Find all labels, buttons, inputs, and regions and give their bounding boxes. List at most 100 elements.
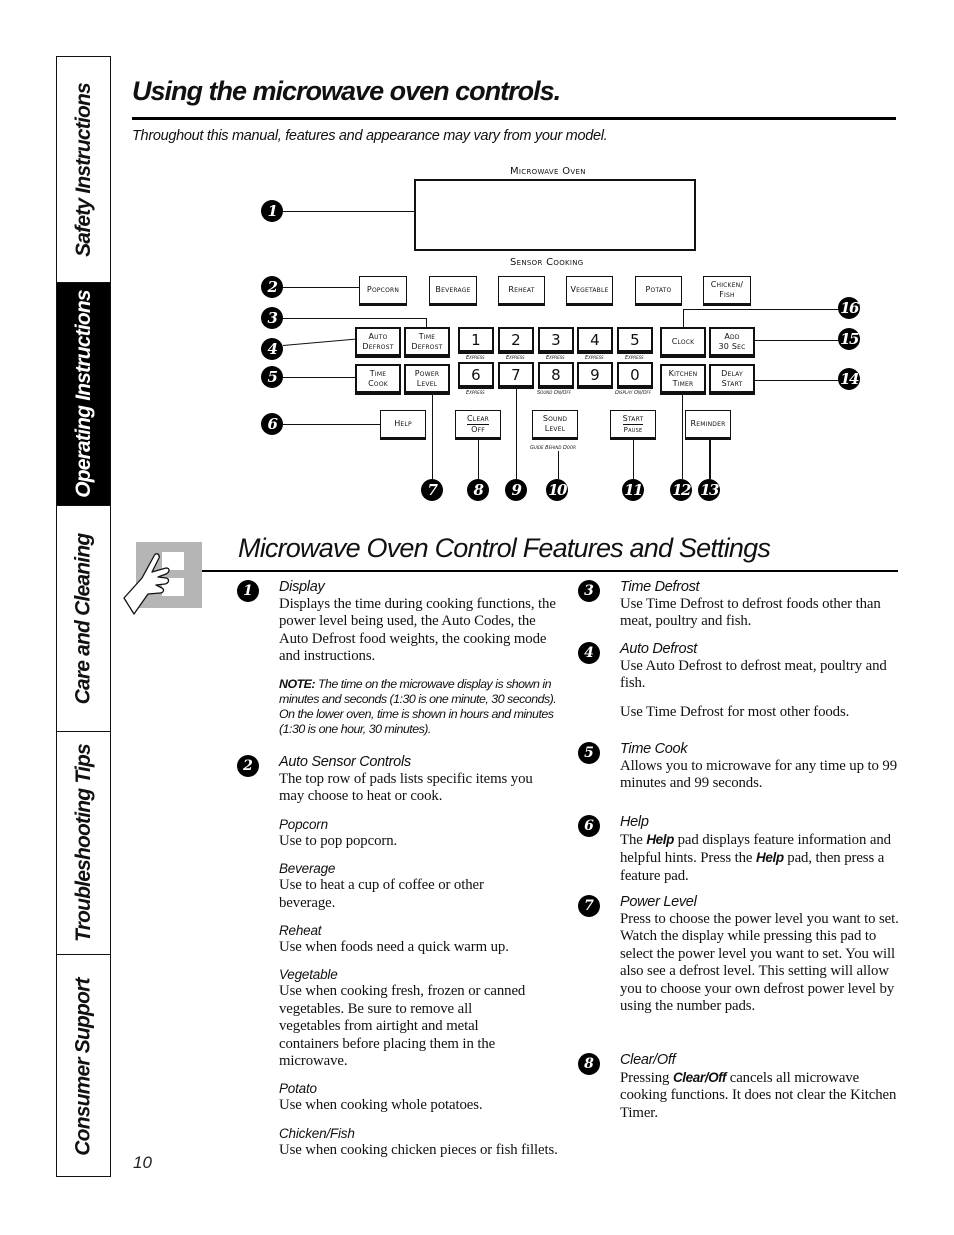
potato-pad[interactable]: Potato — [635, 276, 682, 306]
sound-level-pad[interactable]: Sound Level — [532, 410, 578, 440]
callout-11: 11 — [622, 479, 644, 501]
sub-feature-title: Vegetable — [279, 967, 338, 983]
leader-line — [516, 389, 517, 479]
delay-start-pad[interactable]: Delay Start — [709, 364, 755, 395]
feature-title: Help — [620, 814, 649, 830]
feature-body: The Help pad displays feature informatio… — [620, 831, 900, 885]
display-on-off-label: Display On/Off — [615, 390, 652, 396]
number-pad-8[interactable]: 8 — [538, 362, 574, 389]
express-label: Express — [466, 355, 485, 361]
callout-13: 13 — [698, 479, 720, 501]
leader-line — [683, 309, 684, 327]
popcorn-pad[interactable]: Popcorn — [359, 276, 407, 306]
feature-title: Time Cook — [620, 741, 688, 757]
leader-line — [283, 211, 414, 212]
feature-body: Use Time Defrost to defrost foods other … — [620, 596, 881, 630]
page-number: 10 — [133, 1153, 152, 1172]
feature-title: Power Level — [620, 894, 697, 910]
feature-number-badge: 5 — [578, 742, 600, 764]
clear-off-pad[interactable]: Clear Off — [455, 410, 501, 440]
feature-time-defrost: 3 Time Defrost Use Time Defrost to defro… — [578, 578, 900, 631]
number-pad-6[interactable]: 6 — [458, 362, 494, 389]
guide-behind-door-label: Guide Behind Door — [530, 445, 576, 451]
hand-pointer-icon — [123, 542, 202, 615]
sub-feature-body: Use when foods need a quick warm up. — [279, 939, 509, 956]
note-label: NOTE: — [279, 676, 316, 691]
feature-body: Use Auto Defrost to defrost meat, poultr… — [620, 658, 887, 692]
express-label: Express — [506, 355, 525, 361]
chicken-fish-pad[interactable]: Chicken/Fish — [703, 276, 751, 306]
leader-line — [283, 318, 427, 319]
power-level-pad[interactable]: Power Level — [404, 364, 450, 395]
help-pad[interactable]: Help — [380, 410, 426, 440]
feature-number-badge: 4 — [578, 642, 600, 664]
feature-title: Clear/Off — [620, 1052, 676, 1068]
feature-title: Time Defrost — [620, 579, 700, 595]
callout-12: 12 — [670, 479, 692, 501]
text: Pressing — [620, 1070, 673, 1086]
number-pad-5[interactable]: 5 — [617, 327, 653, 354]
number-pad-0[interactable]: 0 — [617, 362, 653, 389]
auto-defrost-pad[interactable]: Auto Defrost — [355, 327, 401, 358]
number-pad-3[interactable]: 3 — [538, 327, 574, 354]
section-title: Microwave Oven Control Features and Sett… — [238, 533, 771, 563]
number-pad-7[interactable]: 7 — [498, 362, 534, 389]
sub-feature-body: Use when cooking fresh, frozen or canned… — [279, 983, 526, 1070]
feature-power-level: 7 Power Level Press to choose the power … — [578, 893, 900, 1015]
feature-title: Auto Sensor Controls — [279, 754, 411, 770]
feature-body: Use Time Defrost for most other foods. — [620, 703, 850, 720]
leader-line — [682, 395, 683, 479]
feature-display: 1 Display Displays the time during cooki… — [237, 578, 559, 737]
leader-line — [283, 377, 355, 378]
number-pad-4[interactable]: 4 — [577, 327, 613, 354]
sub-feature-body: Use when cooking chicken pieces or fish … — [279, 1141, 558, 1158]
add-30-sec-pad[interactable]: Add 30 Sec — [709, 327, 755, 358]
sub-feature-body: Use to heat a cup of coffee or other bev… — [279, 877, 484, 911]
number-pad-1[interactable]: 1 — [458, 327, 494, 354]
kitchen-timer-pad[interactable]: Kitchen Timer — [660, 364, 706, 395]
sub-feature-body: Use when cooking whole potatoes. — [279, 1097, 483, 1114]
clock-pad[interactable]: Clock — [660, 327, 706, 358]
leader-line — [755, 340, 839, 341]
leader-line — [426, 318, 427, 327]
callout-2: 2 — [261, 276, 283, 298]
leader-line — [432, 395, 433, 479]
help-emphasis: Help — [646, 832, 674, 847]
vegetable-pad[interactable]: Vegetable — [566, 276, 613, 306]
leader-line — [283, 424, 380, 425]
callout-15: 15 — [838, 328, 860, 350]
time-cook-pad[interactable]: Time Cook — [355, 364, 401, 395]
feature-help: 6 Help The Help pad displays feature inf… — [578, 813, 900, 885]
feature-number-badge: 1 — [237, 580, 259, 602]
feature-title: Display — [279, 579, 325, 595]
callout-10: 10 — [546, 479, 568, 501]
start-pause-pad[interactable]: Start Pause — [610, 410, 656, 440]
reminder-pad[interactable]: Reminder — [685, 410, 731, 440]
express-label: Express — [546, 355, 565, 361]
tab-consumer-support[interactable]: Consumer Support — [57, 955, 110, 1178]
number-pad-2[interactable]: 2 — [498, 327, 534, 354]
help-emphasis: Help — [756, 850, 784, 866]
tab-troubleshooting-tips[interactable]: Troubleshooting Tips — [57, 732, 110, 955]
sub-feature-title: Beverage — [279, 861, 336, 877]
clear-off-emphasis: Clear/Off — [672, 1070, 727, 1085]
control-panel-diagram: Microwave Oven Sensor Cooking Popcorn Be… — [0, 0, 954, 520]
text: The — [620, 832, 647, 848]
sound-on-off-label: Sound On/Off — [537, 390, 572, 396]
number-pad-9[interactable]: 9 — [577, 362, 613, 389]
beverage-pad[interactable]: Beverage — [429, 276, 477, 306]
leader-line — [633, 440, 634, 479]
feature-number-badge: 7 — [578, 895, 600, 917]
leader-line — [558, 451, 559, 479]
reheat-pad[interactable]: Reheat — [498, 276, 545, 306]
feature-auto-sensor: 2 Auto Sensor Controls The top row of pa… — [237, 753, 559, 1159]
leader-line — [282, 338, 357, 346]
time-defrost-pad[interactable]: Time Defrost — [404, 327, 450, 358]
feature-title: Auto Defrost — [620, 641, 697, 657]
tab-care-and-cleaning[interactable]: Care and Cleaning — [57, 506, 110, 732]
leader-line — [478, 440, 479, 479]
callout-7: 7 — [421, 479, 443, 501]
callout-9: 9 — [505, 479, 527, 501]
feature-body: Press to choose the power level you want… — [620, 911, 899, 1015]
sub-feature-title: Reheat — [279, 923, 322, 939]
